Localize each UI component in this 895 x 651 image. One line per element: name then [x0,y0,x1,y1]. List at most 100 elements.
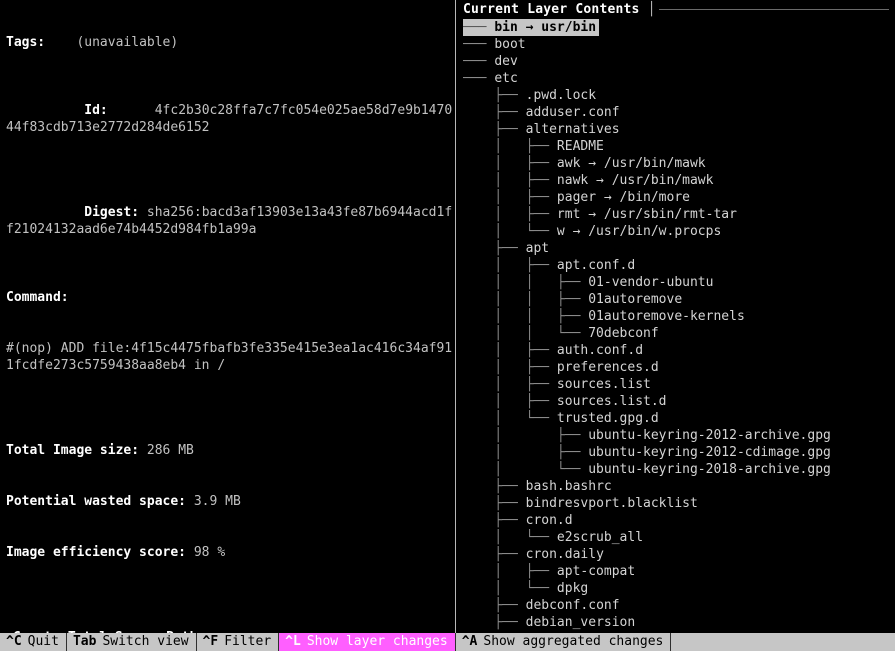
tree-node-label: 01autoremove-kernels [588,309,745,324]
tree-node-label: 70debconf [588,326,659,341]
tree-node-label: pager → /bin/more [556,190,690,205]
layer-tags-value: (unavailable) [76,35,179,50]
tree-node-label: w → /usr/bin/w.procps [556,224,722,239]
file-tree-row[interactable]: │ ├── README [463,138,895,155]
tree-node-label: sources.list.d [556,394,667,409]
file-tree-row[interactable]: ├── adduser.conf [463,104,895,121]
file-tree-row[interactable]: │ ├── nawk → /usr/bin/mawk [463,172,895,189]
tree-node-label: debian_version [525,615,636,630]
file-tree-row[interactable]: │ └── e2scrub_all [463,529,895,546]
tree-branch-icon: ├── [463,598,526,613]
layer-tags-line: Tags: (unavailable) [6,34,455,51]
tree-branch-icon: │ ├── [463,360,557,375]
tree-branch-icon: ─── [463,71,495,86]
status-bar-key: ^L [285,634,301,649]
tree-node-label: rmt → /usr/sbin/rmt-tar [556,207,737,222]
tree-node-label: apt.conf.d [556,258,636,273]
efficiency-header-count: Count [6,629,66,633]
file-tree-row[interactable]: │ └── dpkg [463,580,895,597]
tree-branch-icon: │ ├── [463,207,557,222]
file-tree-row[interactable]: ├── cron.daily [463,546,895,563]
right-column: Current Layer Contents │ ─── bin → usr/b… [455,0,895,633]
file-tree-row[interactable]: │ ├── sources.list [463,376,895,393]
tree-branch-icon: ├── [463,241,526,256]
tree-branch-icon: │ ├── [463,156,557,171]
file-tree-row[interactable]: │ ├── ubuntu-keyring-2012-cdimage.gpg [463,444,895,461]
tree-node-label: bash.bashrc [525,479,612,494]
file-tree-row[interactable]: │ ├── ubuntu-keyring-2012-archive.gpg [463,427,895,444]
file-tree-row[interactable]: ├── debian_version [463,614,895,631]
tree-branch-icon: │ ├── [463,258,557,273]
file-tree-row[interactable]: │ │ └── 70debconf [463,325,895,342]
tree-node-label: auth.conf.d [556,343,644,358]
file-tree-row[interactable]: ├── bindresvport.blacklist [463,495,895,512]
tree-branch-icon: │ ├── [463,377,557,392]
file-tree-row[interactable]: │ ├── apt-compat [463,563,895,580]
file-tree-row[interactable]: ├── debconf.conf [463,597,895,614]
status-bar-key: ^A [461,634,478,649]
tree-branch-icon: │ │ ├── [463,275,589,290]
tree-branch-icon: │ │ ├── [463,309,589,324]
file-tree-row[interactable]: ─── etc [463,70,895,87]
tree-branch-icon: ─── [463,54,495,69]
layer-id-label: Id: [84,103,108,118]
tree-node-label: adduser.conf [525,105,620,120]
efficiency-header-path: Path [166,629,455,633]
status-bar-item[interactable]: ^L Show layer changes [279,633,456,651]
file-tree-row[interactable]: ├── alternatives [463,121,895,138]
layer-contents-right-bar: │ [647,2,656,17]
status-bar-item[interactable]: ^C Quit [0,633,67,651]
file-tree-row[interactable]: │ ├── sources.list.d [463,393,895,410]
file-tree-row[interactable]: ├── .pwd.lock [463,87,895,104]
tree-node-label: bindresvport.blacklist [525,496,698,511]
tree-branch-icon: ├── [463,122,526,137]
file-tree-row[interactable]: ├── apt [463,240,895,257]
file-tree-row-selected[interactable]: ─── bin → usr/bin [463,19,895,36]
tree-node-label: nawk → /usr/bin/mawk [556,173,714,188]
wasted-space-label: Potential wasted space: [6,494,187,509]
file-tree-row[interactable]: │ │ ├── 01autoremove-kernels [463,308,895,325]
tree-branch-icon: │ │ └── [463,326,589,341]
tree-node-label: cron.d [525,513,573,528]
status-bar-item[interactable]: ^F Filter [196,633,280,651]
status-bar-item[interactable]: ^A Show aggregated changes [455,633,672,651]
file-tree-row[interactable]: │ │ ├── 01-vendor-ubuntu [463,274,895,291]
wasted-space-line: Potential wasted space: 3.9 MB [6,493,455,510]
file-tree-row[interactable]: │ ├── auth.conf.d [463,342,895,359]
status-bar-item[interactable]: Tab Switch view [66,633,197,651]
file-tree-row[interactable]: │ ├── rmt → /usr/sbin/rmt-tar [463,206,895,223]
layer-details-body: Tags: (unavailable) Id: 4fc2b30c28ffa7c7… [0,0,455,408]
file-tree-row[interactable]: ─── boot [463,36,895,53]
layer-command-label: Command: [6,290,69,305]
tree-node-label: trusted.gpg.d [556,411,659,426]
tree-branch-icon: ─── [463,19,495,36]
file-tree-row[interactable]: │ └── w → /usr/bin/w.procps [463,223,895,240]
file-tree-row[interactable]: │ └── ubuntu-keyring-2018-archive.gpg [463,461,895,478]
layer-contents-rule [659,9,889,10]
file-tree-row[interactable]: │ ├── awk → /usr/bin/mawk [463,155,895,172]
file-tree-row[interactable]: │ │ ├── 01autoremove [463,291,895,308]
layer-contents-header[interactable]: Current Layer Contents │ [463,0,895,19]
tree-branch-icon: │ ├── [463,445,589,460]
file-tree[interactable]: ─── bin → usr/bin ─── boot ─── dev ─── etc … [463,19,895,631]
tree-branch-icon: ─── [463,37,495,52]
file-tree-row[interactable]: │ ├── preferences.d [463,359,895,376]
file-tree-row[interactable]: ├── bash.bashrc [463,478,895,495]
tree-branch-icon: │ └── [463,462,589,477]
total-image-size-line: Total Image size: 286 MB [6,442,455,459]
file-tree-row[interactable]: │ ├── apt.conf.d [463,257,895,274]
efficiency-score-value: 98 % [193,545,226,560]
status-bar-key: Tab [72,634,97,649]
tree-branch-icon: ├── [463,105,526,120]
file-tree-row[interactable]: ─── dev [463,53,895,70]
file-tree-row[interactable]: │ ├── pager → /bin/more [463,189,895,206]
tree-node-label: apt-compat [556,564,636,579]
tree-node-label: dev [494,54,518,69]
tree-node-label: e2scrub_all [556,530,644,545]
status-bar-filler [671,633,895,651]
file-tree-row[interactable]: │ └── trusted.gpg.d [463,410,895,427]
tree-node-label: 01autoremove [588,292,683,307]
tree-branch-icon: │ │ ├── [463,292,589,307]
layer-id-line: Id: 4fc2b30c28ffa7c7fc054e025ae58d7e9b14… [6,85,455,153]
file-tree-row[interactable]: ├── cron.d [463,512,895,529]
